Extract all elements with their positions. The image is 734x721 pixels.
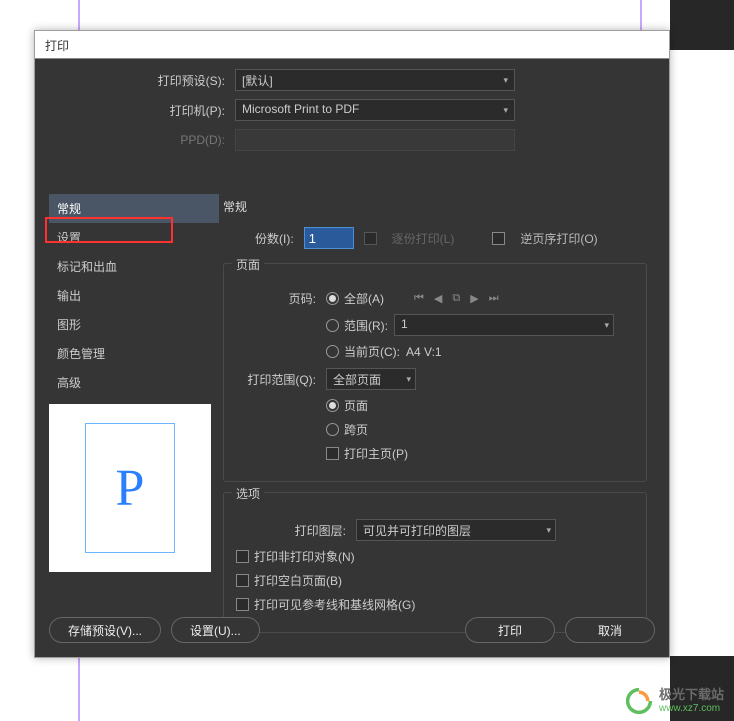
print-dialog: 打印 打印预设(S): [默认]▾ 打印机(P): Microsoft Prin…	[34, 30, 670, 658]
page-radio[interactable]	[326, 399, 339, 412]
watermark-text: 极光下载站	[659, 688, 724, 702]
spread-radio[interactable]	[326, 423, 339, 436]
nonprinting-checkbox[interactable]	[236, 550, 249, 563]
blank-label: 打印空白页面(B)	[254, 572, 342, 589]
collate-label: 逐份打印(L)	[392, 230, 455, 247]
watermark-url: www.xz7.com	[659, 703, 724, 714]
printer-label: 打印机(P):	[55, 102, 235, 119]
layers-select[interactable]: 可见并可打印的图层▾	[356, 519, 556, 541]
cancel-button[interactable]: 取消	[565, 617, 655, 643]
ppd-select	[235, 129, 515, 151]
first-page-icon[interactable]: ⏮	[414, 292, 424, 305]
copies-label: 份数(I):	[255, 230, 294, 247]
guides-checkbox[interactable]	[236, 598, 249, 611]
printer-select[interactable]: Microsoft Print to PDF▾	[235, 99, 515, 121]
print-button[interactable]: 打印	[465, 617, 555, 643]
save-preset-button[interactable]: 存储预设(V)...	[49, 617, 161, 643]
layers-label: 打印图层:	[236, 522, 356, 539]
next-page-icon[interactable]: ▶	[470, 292, 478, 305]
watermark-logo-icon	[625, 687, 653, 715]
sidebar-item-general[interactable]: 常规	[49, 194, 219, 223]
range-radio[interactable]	[326, 319, 339, 332]
range-input[interactable]: 1▾	[394, 314, 614, 336]
preview-glyph: P	[116, 459, 145, 518]
master-label: 打印主页(P)	[344, 445, 408, 462]
pages-group: 页面 页码: 全部(A) ⏮ ◀ ⧉ ▶ ⏭ 范围(R)	[223, 263, 647, 482]
last-page-icon[interactable]: ⏭	[489, 292, 499, 305]
chevron-down-icon: ▾	[503, 75, 508, 86]
nonprinting-label: 打印非打印对象(N)	[254, 548, 355, 565]
chevron-down-icon: ▾	[503, 105, 508, 116]
preview-page: P	[85, 423, 175, 553]
setup-button[interactable]: 设置(U)...	[171, 617, 260, 643]
sidebar-item-marks[interactable]: 标记和出血	[49, 252, 219, 281]
sidebar-item-output[interactable]: 输出	[49, 281, 219, 310]
all-label: 全部(A)	[344, 290, 384, 307]
reverse-label: 逆页序打印(O)	[520, 230, 597, 247]
sidebar-item-setup[interactable]: 设置	[49, 223, 219, 252]
dialog-title: 打印	[35, 31, 669, 59]
master-checkbox[interactable]	[326, 447, 339, 460]
watermark: 极光下载站 www.xz7.com	[625, 687, 724, 715]
sidebar-item-colormgmt[interactable]: 颜色管理	[49, 339, 219, 368]
scope-select[interactable]: 全部页面▾	[326, 368, 416, 390]
current-label: 当前页(C):	[344, 343, 400, 360]
sidebar-item-graphics[interactable]: 图形	[49, 310, 219, 339]
guides-label: 打印可见参考线和基线网格(G)	[254, 596, 415, 613]
range-label: 范围(R):	[344, 317, 388, 334]
pagenumber-label: 页码:	[236, 290, 326, 307]
preset-select[interactable]: [默认]▾	[235, 69, 515, 91]
spread-opt-label: 跨页	[344, 421, 368, 438]
current-radio[interactable]	[326, 345, 339, 358]
preset-label: 打印预设(S):	[55, 72, 235, 89]
copies-input[interactable]	[304, 227, 354, 249]
page-preview: P	[49, 404, 211, 572]
chevron-down-icon: ▾	[604, 320, 609, 331]
chevron-down-icon: ▾	[406, 374, 411, 385]
margin-guide	[78, 656, 80, 721]
spread-icon[interactable]: ⧉	[452, 292, 460, 305]
collate-checkbox	[364, 232, 377, 245]
current-info: A4 V:1	[406, 345, 442, 359]
panel-heading: 常规	[223, 198, 655, 215]
app-panel	[670, 0, 734, 50]
blank-checkbox[interactable]	[236, 574, 249, 587]
scope-label: 打印范围(Q):	[236, 371, 326, 388]
reverse-checkbox[interactable]	[492, 232, 505, 245]
prev-page-icon[interactable]: ◀	[434, 292, 442, 305]
ppd-label: PPD(D):	[55, 133, 235, 147]
sidebar-item-advanced[interactable]: 高级	[49, 368, 219, 397]
pages-group-title: 页面	[232, 256, 264, 273]
page-opt-label: 页面	[344, 397, 368, 414]
options-group: 选项 打印图层: 可见并可打印的图层▾ 打印非打印对象(N) 打印空白页面(B)…	[223, 492, 647, 633]
category-sidebar: 常规 设置 标记和出血 输出 图形 颜色管理 高级 小结	[49, 194, 219, 426]
all-radio[interactable]	[326, 292, 339, 305]
chevron-down-icon: ▾	[546, 525, 551, 536]
options-group-title: 选项	[232, 485, 264, 502]
